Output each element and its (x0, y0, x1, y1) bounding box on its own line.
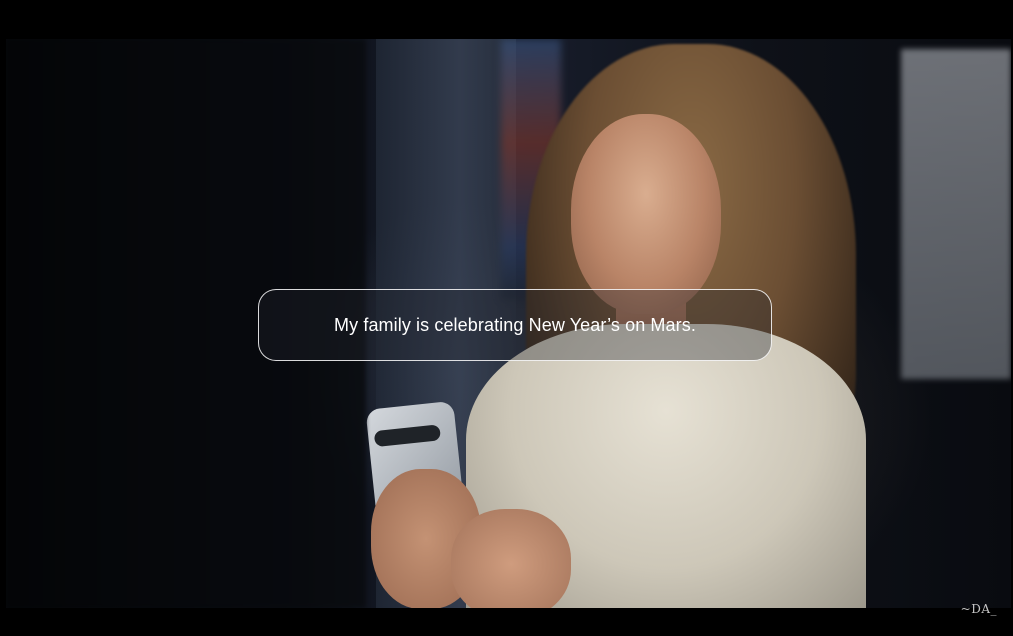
video-scene: My family is celebrating New Year’s on M… (6, 39, 1011, 608)
background-window (901, 49, 1011, 379)
letterbox-bottom (6, 608, 1011, 628)
phone-camera-bar (373, 424, 442, 448)
letterbox-top (6, 8, 1011, 39)
video-player[interactable]: My family is celebrating New Year’s on M… (6, 8, 1011, 628)
watermark-logo: ~DA_ (960, 602, 997, 616)
caption-text: My family is celebrating New Year’s on M… (334, 314, 696, 335)
person-hand-right (451, 509, 571, 608)
video-frame: My family is celebrating New Year’s on M… (0, 0, 1013, 636)
person-face (571, 114, 721, 314)
caption-box: My family is celebrating New Year’s on M… (258, 289, 772, 361)
